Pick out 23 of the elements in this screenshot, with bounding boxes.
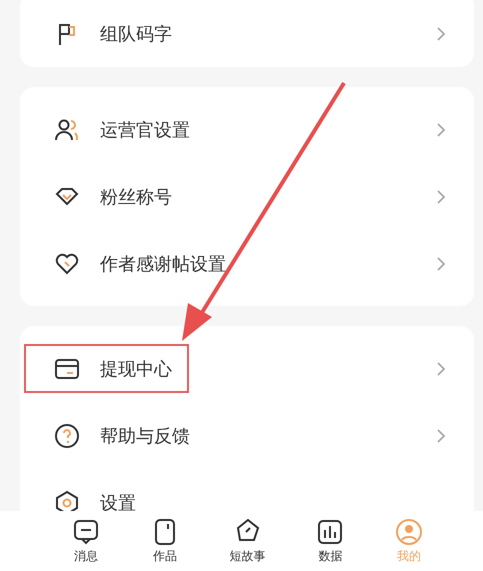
people-icon [54, 116, 80, 142]
chart-icon [316, 518, 344, 546]
menu-item[interactable]: 粉丝称号 [100, 184, 436, 208]
menu-item[interactable]: 作者感谢帖设置 [100, 252, 436, 276]
menu-item[interactable]: 组队码字 [100, 22, 436, 46]
chevron-icon[interactable] [436, 122, 446, 138]
menu-item[interactable]: 设置 [100, 490, 446, 511]
menu-item[interactable]: 运营官设置 [100, 118, 436, 142]
avatar-icon [395, 518, 423, 546]
message-icon [72, 518, 100, 546]
chevron-icon[interactable] [436, 26, 446, 42]
menu-item[interactable]: 帮助与反馈 [100, 424, 436, 448]
chevron-icon[interactable] [436, 256, 446, 272]
chevron-icon[interactable] [436, 360, 446, 376]
question-icon [54, 422, 80, 448]
menu-item[interactable]: 提现中心 [100, 356, 436, 380]
settings-icon [54, 490, 80, 511]
tab[interactable]: 消息 [72, 518, 100, 564]
tab[interactable]: 短故事 [230, 518, 266, 564]
chevron-icon[interactable] [436, 428, 446, 444]
tab[interactable]: 数据 [316, 518, 344, 564]
chevron-icon[interactable] [436, 188, 446, 204]
tab[interactable]: 作品 [150, 518, 179, 564]
